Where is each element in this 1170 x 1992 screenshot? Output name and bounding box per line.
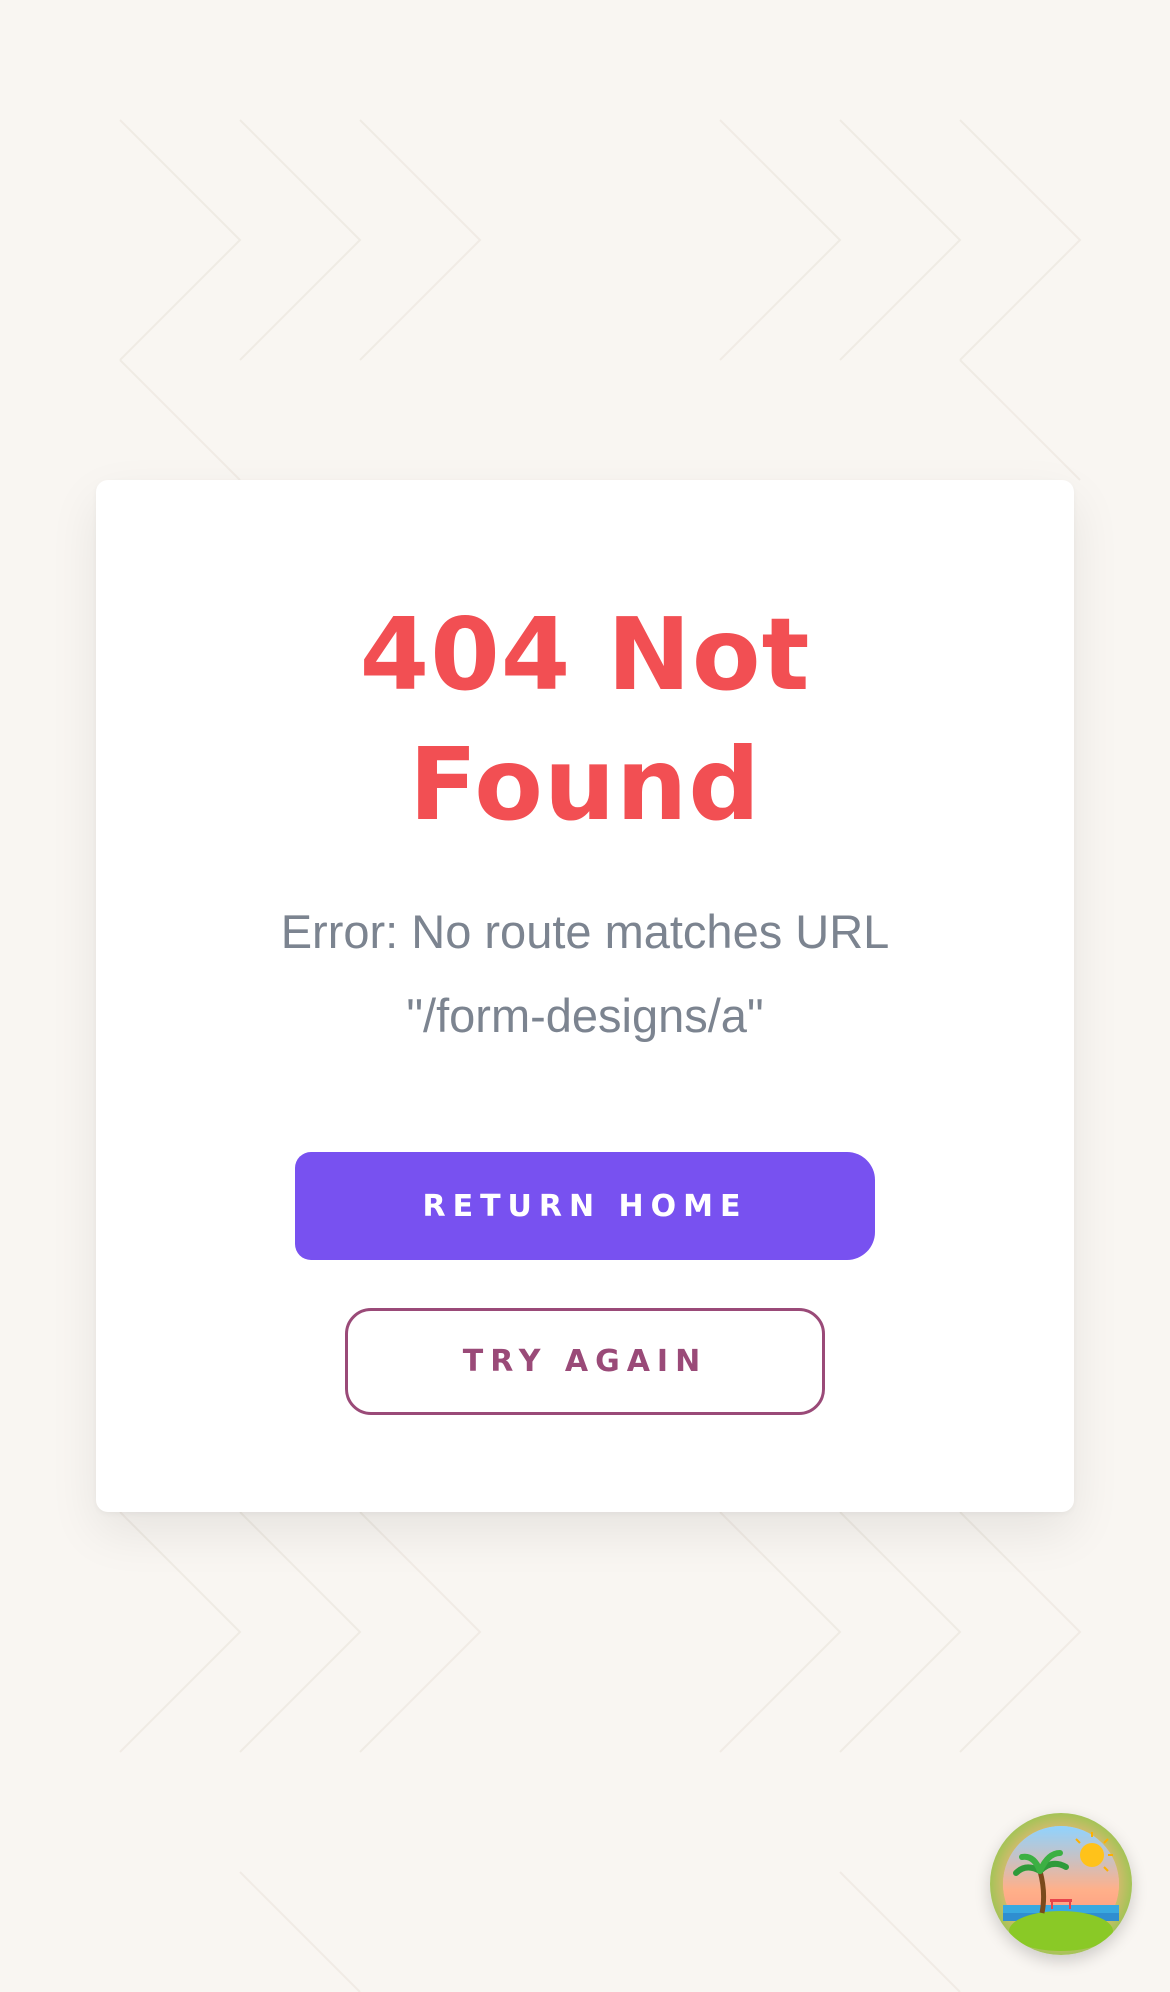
title-line-1: 404 Not [359,596,811,713]
try-again-button[interactable]: Try Again [345,1308,825,1415]
try-again-label: Try Again [462,1344,708,1379]
tropical-island-icon [1003,1826,1119,1951]
return-home-button[interactable]: Return Home [295,1152,875,1260]
title-line-2: Found [409,726,761,843]
error-message-line-1: Error: No route matches URL [280,905,890,958]
error-message-line-2: "/form-designs/a" [406,989,764,1042]
error-message: Error: No route matches URL "/form-desig… [96,890,1074,1058]
return-home-label: Return Home [422,1188,748,1224]
floating-action-button[interactable] [990,1813,1132,1955]
error-card: 404 Not Found Error: No route matches UR… [96,480,1074,1512]
page-title: 404 Not Found [96,590,1074,850]
